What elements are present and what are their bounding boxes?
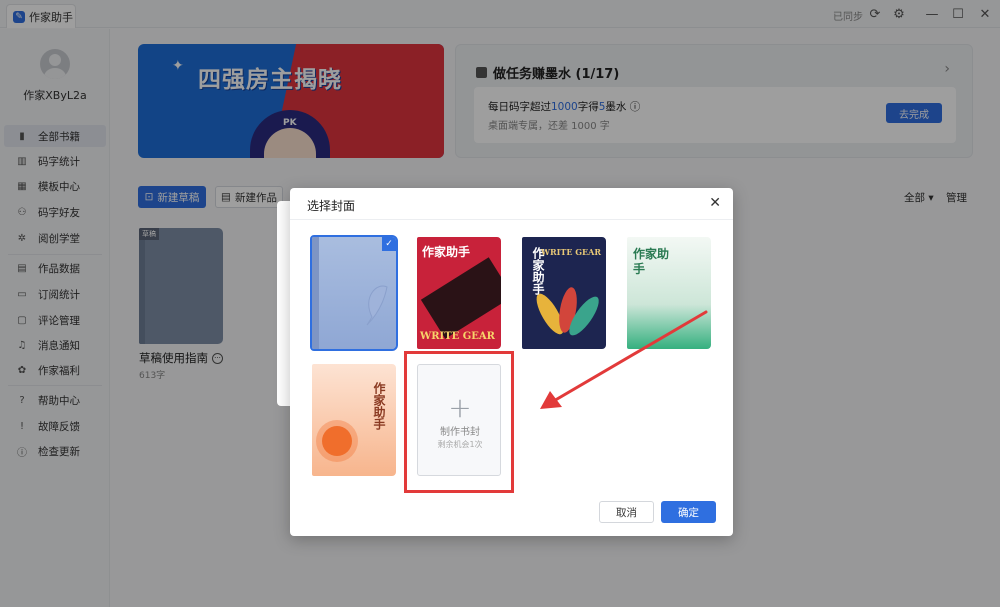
cover-subtitle: WRITE GEAR — [541, 247, 601, 257]
dialog-divider — [290, 219, 733, 220]
feather-icon — [366, 285, 388, 326]
cover-option-1[interactable]: ✓ — [310, 235, 398, 351]
cover-title: 作家助手 — [633, 247, 670, 276]
cover-option-5[interactable]: 作家助手 — [312, 364, 396, 476]
cover-option-2[interactable]: 作家助手 WRITE GEAR — [417, 237, 501, 349]
cover-title: 作家助手 — [372, 382, 386, 430]
cancel-button[interactable]: 取消 — [599, 501, 654, 523]
annotation-arrow-icon — [540, 310, 708, 409]
flower-shape — [322, 426, 352, 456]
dialog-title: 选择封面 — [307, 199, 356, 213]
close-icon[interactable]: ✕ — [709, 195, 721, 211]
confirm-button[interactable]: 确定 — [661, 501, 716, 523]
cover-title: 作家助手 — [422, 245, 471, 259]
cover-subtitle: WRITE GEAR — [420, 330, 495, 342]
highlight-box — [404, 351, 514, 493]
cover-art-band — [420, 257, 501, 339]
